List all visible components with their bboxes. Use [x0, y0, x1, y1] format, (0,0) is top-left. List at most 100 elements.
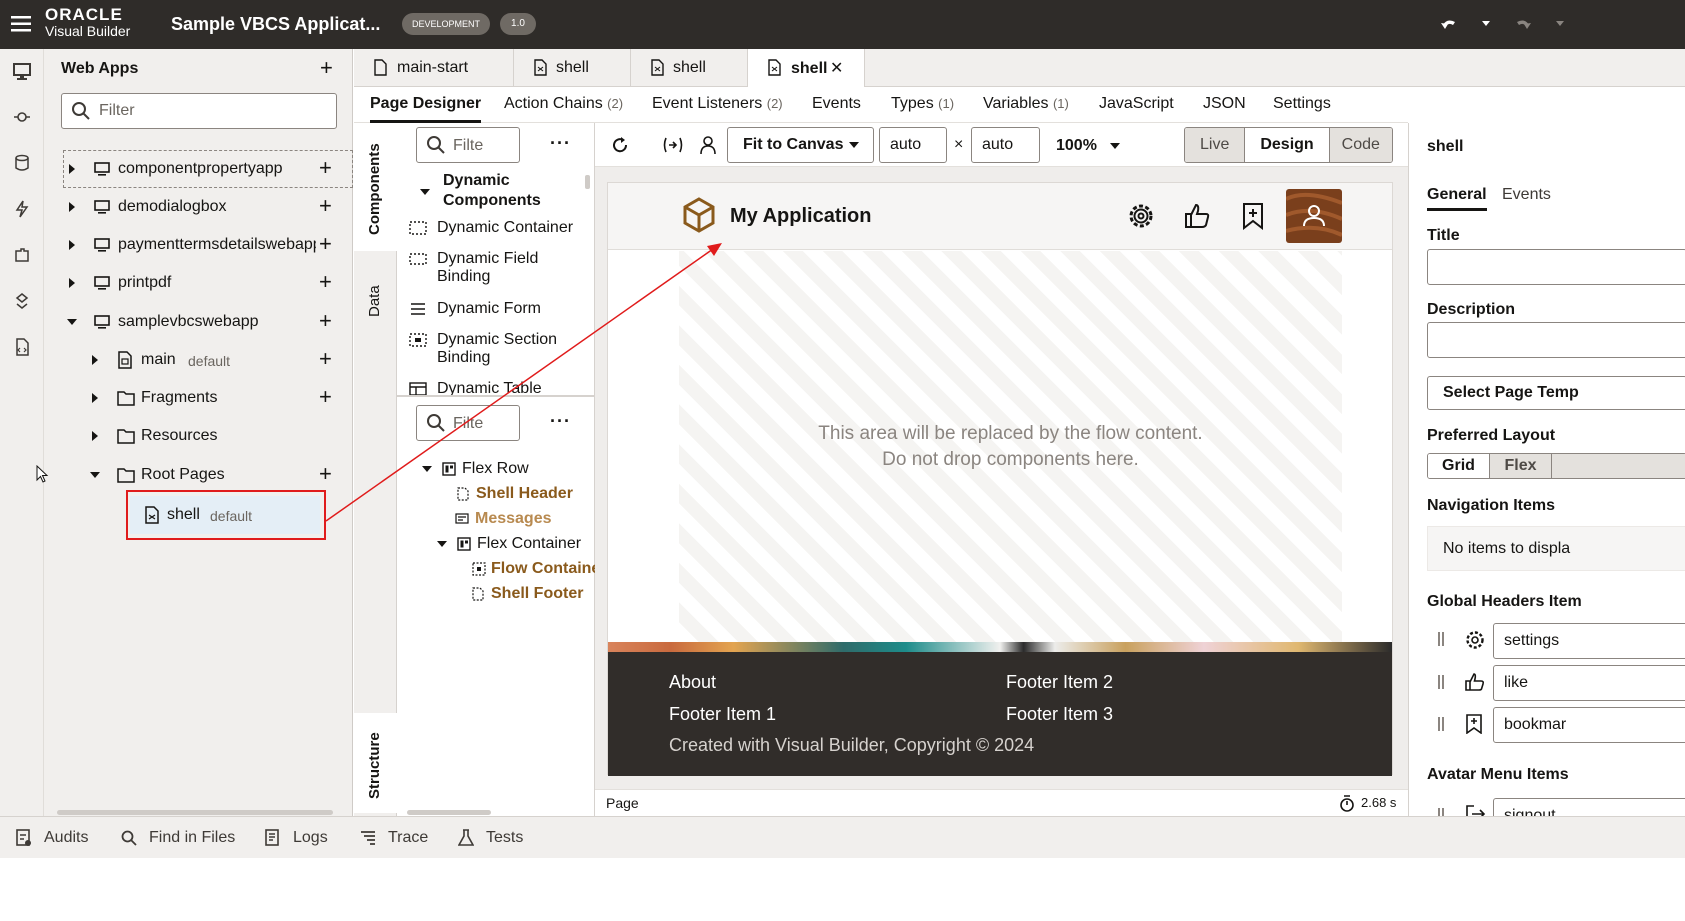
undo-dropdown-icon[interactable]: [1482, 21, 1490, 26]
add-button[interactable]: +: [319, 195, 332, 217]
tab-main-start[interactable]: main-start: [354, 49, 514, 87]
bookmark-icon[interactable]: [1242, 202, 1264, 230]
horizontal-scrollbar[interactable]: [57, 810, 333, 815]
structure-more-icon[interactable]: ···: [550, 411, 571, 432]
mode-live-button[interactable]: Live: [1185, 128, 1246, 162]
structure-item-flow-container[interactable]: Flow Container: [472, 560, 607, 578]
tab-components[interactable]: Components: [354, 123, 397, 251]
business-objects-icon[interactable]: [12, 153, 32, 173]
zoom-chevron-icon[interactable]: [1110, 143, 1120, 149]
expand-icon[interactable]: [92, 431, 98, 441]
tree-item-demodialogbox[interactable]: demodialogbox +: [44, 189, 344, 225]
tree-item-componentpropertyapp[interactable]: componentpropertyapp +: [44, 151, 344, 187]
tree-item-root-pages[interactable]: Root Pages +: [44, 457, 344, 493]
settings-gear-icon[interactable]: [1128, 203, 1154, 229]
refresh-icon[interactable]: [611, 136, 629, 154]
add-button[interactable]: +: [319, 271, 332, 293]
palette-item-dynamic-field-binding[interactable]: Dynamic Field Binding: [409, 250, 579, 286]
tab-settings[interactable]: Settings: [1273, 87, 1331, 123]
mode-design-button[interactable]: Design: [1245, 128, 1330, 162]
tab-javascript[interactable]: JavaScript: [1099, 87, 1174, 123]
palette-item-dynamic-section-binding[interactable]: Dynamic Section Binding: [409, 331, 579, 367]
layout-grid-button[interactable]: Grid: [1428, 454, 1490, 478]
canvas-width-input[interactable]: auto: [879, 127, 947, 163]
expand-icon[interactable]: [92, 393, 98, 403]
zoom-select[interactable]: 100%: [1056, 137, 1097, 155]
structure-item-flex-container[interactable]: Flex Container: [437, 535, 581, 553]
redo-icon[interactable]: [1513, 15, 1533, 33]
drag-handle-icon[interactable]: [1438, 808, 1444, 816]
variables-icon[interactable]: [662, 136, 684, 154]
web-apps-icon[interactable]: [12, 61, 32, 81]
palette-section-title[interactable]: Dynamic Components: [443, 171, 543, 211]
shell-header[interactable]: My Application: [608, 183, 1392, 250]
tab-events[interactable]: Events: [812, 87, 861, 123]
structure-filter-input[interactable]: Filte: [416, 405, 520, 441]
source-icon[interactable]: [12, 337, 32, 357]
props-tab-events[interactable]: Events: [1502, 186, 1551, 204]
mode-code-button[interactable]: Code: [1329, 128, 1392, 162]
find-in-files-button[interactable]: Find in Files: [121, 817, 235, 859]
shell-footer[interactable]: About Footer Item 2 Footer Item 1 Footer…: [608, 652, 1392, 776]
collapse-icon[interactable]: [90, 472, 100, 478]
close-tab-icon[interactable]: ✕: [830, 50, 843, 88]
layout-flex-button[interactable]: Flex: [1490, 454, 1552, 478]
tab-json[interactable]: JSON: [1203, 87, 1246, 123]
add-button[interactable]: +: [319, 463, 332, 485]
section-collapse-icon[interactable]: [420, 189, 430, 195]
avatar-item-signout-input[interactable]: signout: [1493, 798, 1685, 816]
tree-item-fragments[interactable]: Fragments +: [44, 380, 344, 416]
tree-item-samplevbcswebapp[interactable]: samplevbcswebapp +: [44, 304, 344, 340]
add-button[interactable]: +: [319, 233, 332, 255]
like-thumb-icon[interactable]: [1184, 202, 1210, 229]
select-page-template-button[interactable]: Select Page Temp: [1427, 376, 1685, 410]
structure-scrollbar[interactable]: [407, 810, 491, 815]
palette-filter-input[interactable]: Filte: [416, 127, 520, 163]
tab-event-listeners[interactable]: Event Listeners (2): [652, 87, 783, 123]
title-input[interactable]: [1427, 249, 1685, 285]
tab-shell-1[interactable]: shell: [514, 49, 631, 87]
tab-shell-active[interactable]: shell ✕: [748, 49, 865, 88]
app-title[interactable]: Sample VBCS Applicat...: [171, 14, 380, 35]
more-options-icon[interactable]: ···: [550, 133, 571, 154]
drag-handle-icon[interactable]: [1438, 675, 1444, 689]
palette-item-dynamic-container[interactable]: Dynamic Container: [409, 219, 573, 237]
layouts-icon[interactable]: [12, 291, 32, 311]
structure-item-messages[interactable]: Messages: [455, 510, 552, 528]
footer-link-item2[interactable]: Footer Item 2: [1006, 672, 1113, 693]
palette-item-dynamic-form[interactable]: Dynamic Form: [409, 300, 541, 318]
description-input[interactable]: [1427, 322, 1685, 358]
tree-item-printpdf[interactable]: printpdf +: [44, 265, 344, 301]
processes-icon[interactable]: [12, 199, 32, 219]
tab-data[interactable]: Data: [354, 251, 397, 321]
props-tab-general[interactable]: General: [1427, 186, 1487, 211]
footer-link-item3[interactable]: Footer Item 3: [1006, 704, 1113, 725]
add-button[interactable]: +: [319, 310, 332, 332]
tab-variables[interactable]: Variables (1): [983, 87, 1069, 123]
palette-scrollbar[interactable]: [585, 175, 590, 189]
structure-item-shell-header[interactable]: Shell Header: [457, 485, 573, 503]
tab-action-chains[interactable]: Action Chains (2): [504, 87, 623, 123]
tree-item-main[interactable]: main default +: [44, 342, 344, 378]
fit-canvas-select[interactable]: Fit to Canvas: [727, 127, 874, 163]
add-button[interactable]: +: [319, 348, 332, 370]
expand-icon[interactable]: [92, 355, 98, 365]
add-button[interactable]: +: [319, 157, 332, 179]
drag-handle-icon[interactable]: [1438, 632, 1444, 646]
footer-link-item1[interactable]: Footer Item 1: [669, 704, 776, 725]
footer-link-about[interactable]: About: [669, 672, 716, 693]
add-button[interactable]: +: [319, 386, 332, 408]
user-role-icon[interactable]: [699, 135, 717, 155]
canvas-height-input[interactable]: auto: [971, 127, 1040, 163]
header-item-settings-input[interactable]: settings: [1493, 623, 1685, 659]
audits-button[interactable]: Audits: [16, 817, 88, 859]
add-web-app-button[interactable]: +: [320, 57, 333, 79]
expand-icon[interactable]: [69, 202, 75, 212]
tab-structure[interactable]: Structure: [354, 713, 397, 813]
undo-icon[interactable]: [1439, 15, 1459, 33]
expand-icon[interactable]: [69, 240, 75, 250]
logs-button[interactable]: Logs: [265, 817, 328, 859]
services-icon[interactable]: [12, 107, 32, 127]
tests-button[interactable]: Tests: [458, 817, 523, 859]
tree-item-paymenttermsdetailswebapp[interactable]: paymenttermsdetailswebapp +: [44, 227, 344, 263]
